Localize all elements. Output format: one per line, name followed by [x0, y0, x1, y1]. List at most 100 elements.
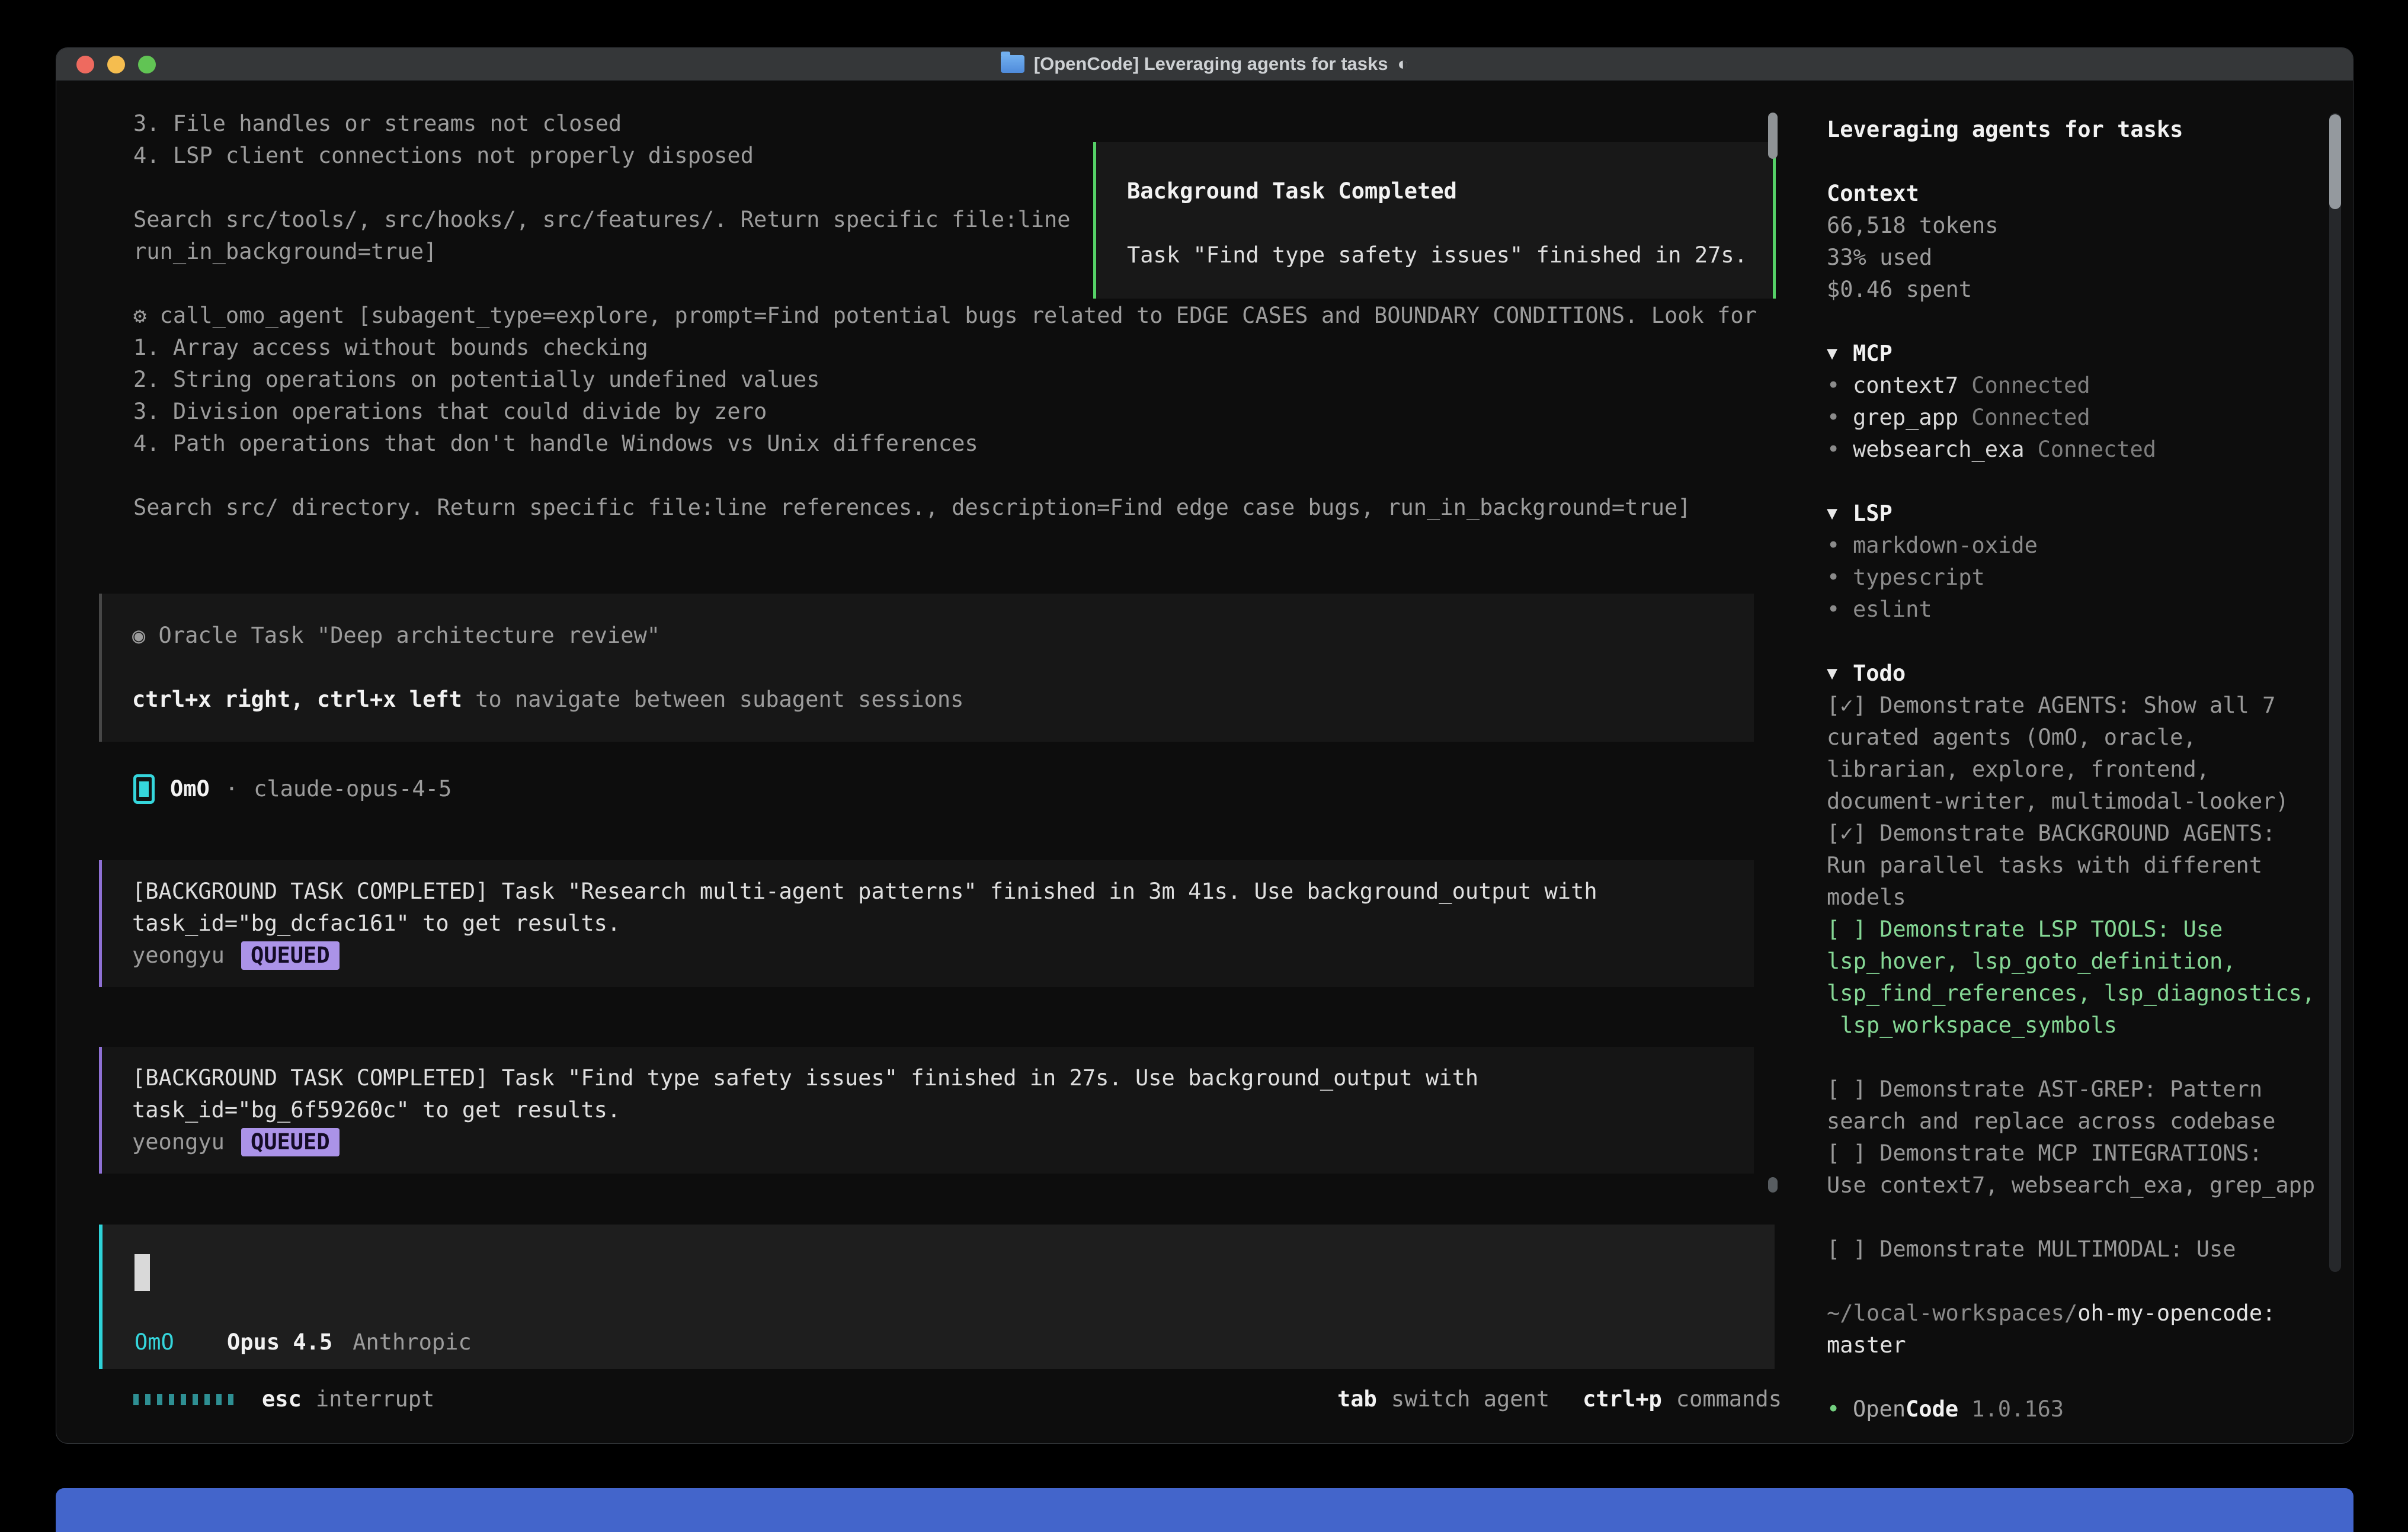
session-title: Leveraging agents for tasks: [1827, 114, 2317, 146]
bullet-icon: •: [1827, 562, 1853, 594]
window-title-group: [OpenCode] Leveraging agents for tasks ◐: [1001, 47, 1408, 81]
mcp-status: Connected: [1971, 402, 2090, 434]
status-right: tab switch agent ctrl+p commands: [1337, 1383, 1782, 1415]
keybinding-text: ctrl+x right, ctrl+x left: [132, 687, 462, 712]
context-section: Context 66,518 tokens 33% used $0.46 spe…: [1827, 178, 2317, 306]
minimize-button[interactable]: [107, 56, 125, 73]
ctrlp-key-label: commands: [1676, 1383, 1782, 1415]
app-version-row: • OpenCode 1.0.163: [1827, 1393, 2317, 1425]
chevron-down-icon[interactable]: ▼: [1827, 658, 1853, 690]
todo-item-done: [✓] Demonstrate BACKGROUND AGENTS: Run p…: [1827, 818, 2317, 914]
status-left: esc interrupt: [133, 1383, 434, 1415]
tab-key-hint[interactable]: tab: [1337, 1383, 1377, 1415]
titlebar[interactable]: [OpenCode] Leveraging agents for tasks ◐: [56, 48, 2353, 81]
queued-badge: QUEUED: [241, 1128, 340, 1156]
lsp-heading-row[interactable]: ▼ LSP: [1827, 498, 2317, 530]
folder-icon: [1001, 55, 1024, 73]
todo-item-pending: [ ] Demonstrate MCP INTEGRATIONS: Use co…: [1827, 1137, 2317, 1201]
context-heading: Context: [1827, 178, 2317, 210]
chevron-down-icon[interactable]: ▼: [1827, 498, 1853, 530]
bullet-icon: •: [1827, 370, 1853, 402]
mcp-status: Connected: [1971, 370, 2090, 402]
terminal-window: [OpenCode] Leveraging agents for tasks ◐…: [56, 47, 2353, 1444]
todo-item-pending: [ ] Demonstrate AST-GREP: Pattern search…: [1827, 1073, 2317, 1137]
spacer: [132, 652, 1742, 684]
lsp-name: eslint: [1853, 594, 1932, 626]
record-icon: ◉: [132, 623, 145, 648]
background-task-card[interactable]: [BACKGROUND TASK COMPLETED] Task "Find t…: [99, 1047, 1754, 1174]
sidebar-scrollbar-track[interactable]: [2329, 113, 2341, 1272]
progress-half-circle-icon: ◐: [1398, 47, 1409, 81]
lsp-name: typescript: [1853, 562, 1985, 594]
dot-separator: ·: [225, 773, 238, 805]
app-name-prefix: Open: [1853, 1393, 1906, 1425]
toast-notification[interactable]: Background Task Completed Task "Find typ…: [1093, 142, 1776, 299]
todo-section: ▼ Todo [✓] Demonstrate AGENTS: Show all …: [1827, 658, 2317, 1265]
mcp-name: grep_app: [1853, 402, 1958, 434]
todo-item-pending: [ ] Demonstrate MULTIMODAL: Use: [1827, 1233, 2317, 1265]
status-bar: esc interrupt tab switch agent ctrl+p co…: [133, 1383, 1782, 1415]
context-details: 66,518 tokens 33% used $0.46 spent: [1827, 210, 2317, 306]
mcp-heading: MCP: [1853, 338, 1893, 370]
oracle-task-title-row: ◉ Oracle Task "Deep architecture review": [132, 620, 1742, 652]
background-task-card[interactable]: [BACKGROUND TASK COMPLETED] Task "Resear…: [99, 860, 1754, 987]
task-meta: yeongyu QUEUED: [132, 1126, 1742, 1158]
bullet-icon: •: [1827, 594, 1853, 626]
oracle-task-card[interactable]: ◉ Oracle Task "Deep architecture review"…: [99, 594, 1754, 742]
queued-badge: QUEUED: [241, 941, 340, 970]
hint-text: to navigate between subagent sessions: [462, 687, 963, 712]
todo-item-active: [ ] Demonstrate LSP TOOLS: Use lsp_hover…: [1827, 914, 2317, 1041]
input-model-name: Opus 4.5: [227, 1326, 332, 1358]
tool-call-text: call_omo_agent [subagent_type=explore, p…: [133, 303, 1757, 520]
traffic-lights: [76, 48, 156, 81]
gear-icon: ⚙: [133, 303, 146, 328]
mcp-status: Connected: [2038, 434, 2156, 466]
chat-area: 3. File handles or streams not closed 4.…: [56, 81, 1808, 1443]
lsp-item: • eslint: [1827, 594, 2317, 626]
todo-item-done: [✓] Demonstrate AGENTS: Show all 7 curat…: [1827, 690, 2317, 818]
mcp-heading-row[interactable]: ▼ MCP: [1827, 338, 2317, 370]
lsp-heading: LSP: [1853, 498, 1893, 530]
agent-row[interactable]: OmO · claude-opus-4-5: [133, 773, 1808, 805]
app-version: 1.0.163: [1971, 1393, 2064, 1425]
oracle-hint-row: ctrl+x right, ctrl+x left to navigate be…: [132, 684, 1742, 716]
task-user: yeongyu: [132, 1126, 225, 1158]
bullet-icon: •: [1827, 434, 1853, 466]
lsp-item: • typescript: [1827, 562, 2317, 594]
bullet-icon: •: [1827, 402, 1853, 434]
workspace-path: ~/local-workspaces/oh-my-opencode: maste…: [1827, 1297, 2317, 1361]
green-dot-icon: •: [1827, 1393, 1853, 1425]
task-body: [BACKGROUND TASK COMPLETED] Task "Resear…: [132, 876, 1742, 940]
mcp-name: websearch_exa: [1853, 434, 2025, 466]
background-window-edge[interactable]: [56, 1488, 2353, 1532]
zoom-button[interactable]: [138, 56, 156, 73]
sidebar-scrollbar-thumb[interactable]: [2329, 114, 2341, 209]
workspace-path-prefix: ~/local-workspaces/: [1827, 1300, 2077, 1326]
prompt-input[interactable]: OmO Opus 4.5 Anthropic: [99, 1225, 1775, 1369]
notification-title: Background Task Completed: [1127, 175, 1761, 207]
mcp-name: context7: [1853, 370, 1958, 402]
window-title: [OpenCode] Leveraging agents for tasks: [1034, 47, 1388, 81]
esc-key-label: interrupt: [316, 1383, 434, 1415]
main-scrollbar-mark[interactable]: [1768, 1177, 1778, 1193]
main-scrollbar-thumb[interactable]: [1768, 113, 1778, 159]
chevron-down-icon[interactable]: ▼: [1827, 338, 1853, 370]
agent-model: claude-opus-4-5: [254, 773, 451, 805]
bullet-icon: •: [1827, 530, 1853, 562]
esc-key-hint[interactable]: esc: [262, 1383, 302, 1415]
mcp-item: • websearch_exa Connected: [1827, 434, 2317, 466]
mcp-section: ▼ MCP • context7 Connected • grep_app Co…: [1827, 338, 2317, 466]
ctrlp-key-hint[interactable]: ctrl+p: [1583, 1383, 1662, 1415]
mcp-item: • grep_app Connected: [1827, 402, 2317, 434]
lsp-name: markdown-oxide: [1853, 530, 2038, 562]
mcp-item: • context7 Connected: [1827, 370, 2317, 402]
oracle-task-title: Oracle Task "Deep architecture review": [145, 623, 660, 648]
todo-heading-row[interactable]: ▼ Todo: [1827, 658, 2317, 690]
agent-name: OmO: [170, 773, 210, 805]
model-row: OmO Opus 4.5 Anthropic: [135, 1326, 1763, 1358]
tool-call-block[interactable]: ⚙ call_omo_agent [subagent_type=explore,…: [133, 300, 1772, 524]
tab-key-label: switch agent: [1391, 1383, 1549, 1415]
progress-dots-icon: [133, 1394, 233, 1405]
close-button[interactable]: [76, 56, 94, 73]
notification-body: Task "Find type safety issues" finished …: [1127, 239, 1761, 271]
